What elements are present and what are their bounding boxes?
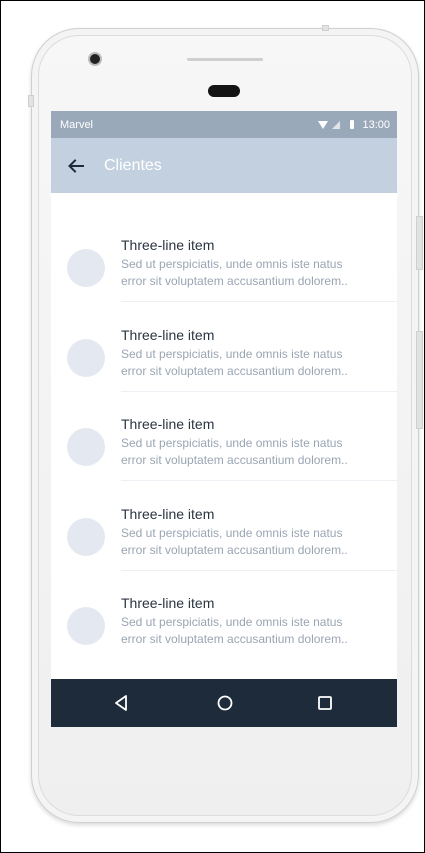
avatar: [67, 249, 105, 287]
phone-volume-button: [416, 216, 423, 270]
carrier-name: Marvel: [60, 118, 94, 131]
phone-top-button: [322, 25, 329, 31]
proximity-sensor: [208, 85, 240, 97]
system-nav-bar: [51, 679, 397, 727]
back-button[interactable]: [51, 138, 101, 193]
item-title: Three-line item: [121, 506, 215, 522]
app-bar: Clientes: [51, 138, 397, 193]
item-title: Three-line item: [121, 327, 215, 343]
wifi-icon: [318, 120, 329, 129]
avatar: [67, 518, 105, 556]
status-time: 13:00: [362, 118, 390, 131]
list-divider: [121, 391, 397, 392]
item-title: Three-line item: [121, 595, 215, 611]
list-divider: [121, 570, 397, 571]
list-item[interactable]: Three-line item Sed ut perspiciatis, und…: [51, 506, 397, 596]
avatar: [67, 339, 105, 377]
status-bar: Marvel 13:00: [51, 111, 397, 138]
item-line-2: error sit voluptatem accusantium dolorem…: [121, 632, 348, 646]
list-item[interactable]: Three-line item Sed ut perspiciatis, und…: [51, 416, 397, 506]
screenshot-frame: Marvel 13:00 Clientes Three-line item Se…: [0, 0, 425, 853]
list-item[interactable]: Three-line item Sed ut perspiciatis, und…: [51, 327, 397, 417]
square-recents-icon: [318, 696, 332, 710]
item-line-1: Sed ut perspiciatis, unde omnis iste nat…: [121, 615, 343, 629]
circle-home-icon: [217, 695, 233, 711]
item-line-2: error sit voluptatem accusantium dolorem…: [121, 274, 348, 288]
avatar: [67, 428, 105, 466]
nav-recents-button[interactable]: [313, 691, 337, 715]
avatar: [67, 607, 105, 645]
item-line-2: error sit voluptatem accusantium dolorem…: [121, 364, 348, 378]
list-divider: [121, 301, 397, 302]
item-title: Three-line item: [121, 237, 215, 253]
item-line-1: Sed ut perspiciatis, unde omnis iste nat…: [121, 347, 343, 361]
battery-icon: [350, 120, 355, 129]
earpiece-speaker: [187, 58, 263, 61]
phone-left-button: [28, 95, 34, 107]
nav-home-button[interactable]: [213, 691, 237, 715]
item-line-1: Sed ut perspiciatis, unde omnis iste nat…: [121, 436, 343, 450]
item-line-1: Sed ut perspiciatis, unde omnis iste nat…: [121, 526, 343, 540]
item-line-1: Sed ut perspiciatis, unde omnis iste nat…: [121, 257, 343, 271]
list-divider: [121, 480, 397, 481]
front-camera: [90, 54, 100, 64]
status-icons: 13:00: [318, 119, 390, 131]
item-title: Three-line item: [121, 416, 215, 432]
list-item[interactable]: Three-line item Sed ut perspiciatis, und…: [51, 595, 397, 685]
triangle-back-icon: [115, 695, 127, 711]
signal-icon: [332, 120, 341, 129]
list-item[interactable]: Three-line item Sed ut perspiciatis, und…: [51, 237, 397, 327]
arrow-left-icon: [68, 158, 84, 173]
item-line-2: error sit voluptatem accusantium dolorem…: [121, 453, 348, 467]
page-title: Clientes: [104, 156, 162, 174]
phone-screen: Marvel 13:00 Clientes Three-line item Se…: [51, 111, 397, 727]
phone-power-button: [416, 331, 423, 429]
item-line-2: error sit voluptatem accusantium dolorem…: [121, 543, 348, 557]
nav-back-button[interactable]: [110, 691, 134, 715]
